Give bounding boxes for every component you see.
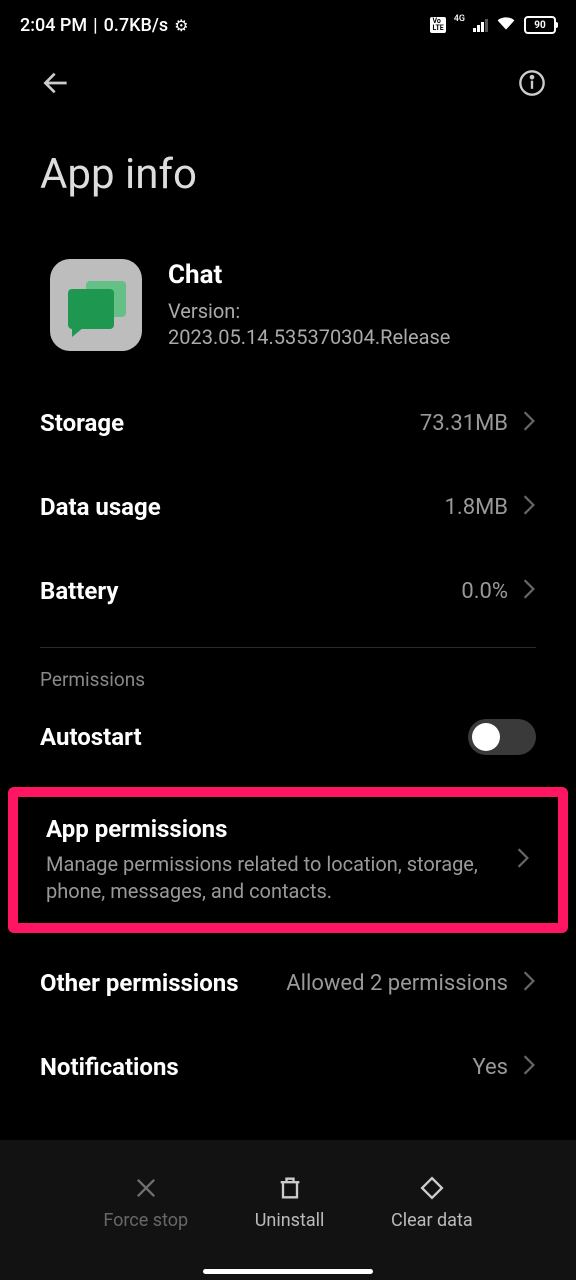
battery-label: Battery <box>40 577 118 605</box>
chevron-right-icon <box>522 970 536 996</box>
autostart-toggle[interactable] <box>468 719 536 755</box>
status-right: VoLTE 4G 90 <box>430 13 556 38</box>
toggle-knob <box>472 723 500 751</box>
app-permissions-desc: Manage permissions related to location, … <box>46 851 486 905</box>
app-icon <box>50 259 142 351</box>
autostart-label: Autostart <box>40 723 142 751</box>
app-name: Chat <box>168 260 450 290</box>
status-speed: 0.7KB/s <box>104 15 169 36</box>
divider <box>40 647 536 648</box>
permissions-section-header: Permissions <box>0 668 576 695</box>
other-permissions-value: Allowed 2 permissions <box>286 971 508 996</box>
gear-icon: ⚙ <box>174 16 188 35</box>
chevron-right-icon <box>522 494 536 520</box>
chevron-right-icon <box>522 410 536 436</box>
battery-icon: 90 <box>524 16 556 34</box>
battery-value: 0.0% <box>461 579 508 604</box>
app-permissions-highlight: App permissions Manage permissions relat… <box>8 787 568 933</box>
clear-data-button[interactable]: Clear data <box>391 1174 473 1231</box>
storage-value: 73.31MB <box>420 411 508 436</box>
version-label: Version: <box>168 298 450 324</box>
page-title: App info <box>0 120 576 239</box>
home-indicator[interactable] <box>203 1269 373 1274</box>
chevron-right-icon <box>522 578 536 604</box>
data-usage-label: Data usage <box>40 493 161 521</box>
storage-label: Storage <box>40 409 124 437</box>
data-usage-row[interactable]: Data usage 1.8MB <box>0 465 576 549</box>
force-stop-label: Force stop <box>103 1210 188 1231</box>
chevron-right-icon <box>522 1054 536 1080</box>
notifications-value: Yes <box>472 1055 508 1080</box>
chevron-right-icon <box>516 847 530 873</box>
top-bar <box>0 50 576 120</box>
status-bar: 2:04 PM | 0.7KB/s ⚙ VoLTE 4G 90 <box>0 0 576 50</box>
wifi-icon <box>496 13 516 38</box>
bottom-action-bar: Force stop Uninstall Clear data <box>0 1140 576 1280</box>
app-permissions-row[interactable]: App permissions Manage permissions relat… <box>46 815 530 905</box>
version-value: 2023.05.14.535370304.Release <box>168 324 450 350</box>
back-button[interactable] <box>40 67 72 103</box>
signal-bars-icon <box>473 18 488 32</box>
battery-row[interactable]: Battery 0.0% <box>0 549 576 633</box>
notifications-row[interactable]: Notifications Yes <box>0 1025 576 1109</box>
app-permissions-label: App permissions <box>46 815 486 843</box>
battery-level: 90 <box>534 20 545 31</box>
data-usage-value: 1.8MB <box>445 495 508 520</box>
app-info-text: Chat Version: 2023.05.14.535370304.Relea… <box>168 260 450 350</box>
autostart-row[interactable]: Autostart <box>0 695 576 779</box>
clear-data-label: Clear data <box>391 1210 473 1231</box>
app-header: Chat Version: 2023.05.14.535370304.Relea… <box>0 239 576 381</box>
volte-icon: VoLTE <box>430 17 445 33</box>
uninstall-button[interactable]: Uninstall <box>255 1174 325 1231</box>
other-permissions-label: Other permissions <box>40 969 239 997</box>
info-button[interactable] <box>518 69 546 101</box>
force-stop-button[interactable]: Force stop <box>103 1174 188 1231</box>
storage-row[interactable]: Storage 73.31MB <box>0 381 576 465</box>
status-left: 2:04 PM | 0.7KB/s ⚙ <box>20 15 188 36</box>
status-time: 2:04 PM <box>20 15 87 36</box>
uninstall-label: Uninstall <box>255 1210 325 1231</box>
notifications-label: Notifications <box>40 1053 179 1081</box>
other-permissions-row[interactable]: Other permissions Allowed 2 permissions <box>0 941 576 1025</box>
signal-type: 4G <box>454 14 465 24</box>
status-divider: | <box>93 15 97 36</box>
